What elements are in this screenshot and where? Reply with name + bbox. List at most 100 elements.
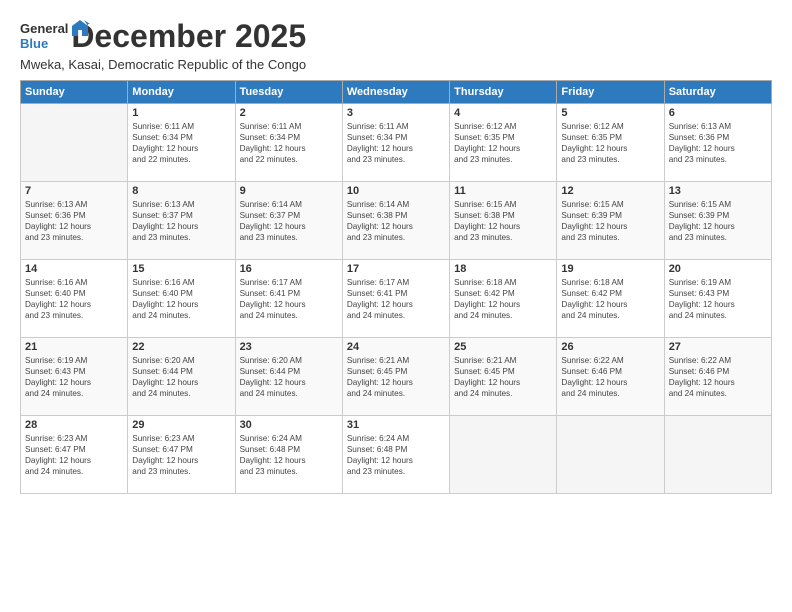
cell-content: Sunrise: 6:18 AM Sunset: 6:42 PM Dayligh… <box>454 277 552 321</box>
cell-content: Sunrise: 6:13 AM Sunset: 6:37 PM Dayligh… <box>132 199 230 243</box>
col-wednesday: Wednesday <box>342 81 449 104</box>
cell-content: Sunrise: 6:21 AM Sunset: 6:45 PM Dayligh… <box>454 355 552 399</box>
table-row: 16 Sunrise: 6:17 AM Sunset: 6:41 PM Dayli… <box>235 260 342 338</box>
day-number: 18 <box>454 263 552 275</box>
table-row: 27Sunrise: 6:22 AM Sunset: 6:46 PM Dayli… <box>664 338 771 416</box>
day-number: 23 <box>240 341 338 353</box>
calendar-week-3: 14 Sunrise: 6:16 AM Sunset: 6:40 PM Dayli… <box>21 260 772 338</box>
table-row: 25 Sunrise: 6:21 AM Sunset: 6:45 PM Dayli… <box>450 338 557 416</box>
table-row: 9Sunrise: 6:14 AM Sunset: 6:37 PM Daylig… <box>235 182 342 260</box>
col-saturday: Saturday <box>664 81 771 104</box>
cell-content: Sunrise: 6:20 AM Sunset: 6:44 PM Dayligh… <box>240 355 338 399</box>
day-number: 11 <box>454 185 552 197</box>
table-row: 29Sunrise: 6:23 AM Sunset: 6:47 PM Dayli… <box>128 416 235 494</box>
cell-content: Sunrise: 6:18 AM Sunset: 6:42 PM Dayligh… <box>561 277 659 321</box>
table-row: 1Sunrise: 6:11 AM Sunset: 6:34 PM Daylig… <box>128 104 235 182</box>
logo-general: General <box>20 21 68 36</box>
day-number: 17 <box>347 263 445 275</box>
cell-content: Sunrise: 6:22 AM Sunset: 6:46 PM Dayligh… <box>561 355 659 399</box>
day-number: 30 <box>240 419 338 431</box>
table-row: 3 Sunrise: 6:11 AM Sunset: 6:34 PM Daylig… <box>342 104 449 182</box>
table-row: 2 Sunrise: 6:11 AM Sunset: 6:34 PM Daylig… <box>235 104 342 182</box>
cell-content: Sunrise: 6:16 AM Sunset: 6:40 PM Dayligh… <box>25 277 123 321</box>
table-row: 17 Sunrise: 6:17 AM Sunset: 6:41 PM Dayli… <box>342 260 449 338</box>
day-number: 5 <box>561 107 659 119</box>
cell-content: Sunrise: 6:23 AM Sunset: 6:47 PM Dayligh… <box>132 433 230 477</box>
table-row: 13Sunrise: 6:15 AM Sunset: 6:39 PM Dayli… <box>664 182 771 260</box>
table-row: 5 Sunrise: 6:12 AM Sunset: 6:35 PM Daylig… <box>557 104 664 182</box>
table-row: 11 Sunrise: 6:15 AM Sunset: 6:38 PM Dayli… <box>450 182 557 260</box>
day-number: 19 <box>561 263 659 275</box>
cell-content: Sunrise: 6:11 AM Sunset: 6:34 PM Dayligh… <box>347 121 445 165</box>
header-row: Sunday Monday Tuesday Wednesday Thursday… <box>21 81 772 104</box>
table-row: 20 Sunrise: 6:19 AM Sunset: 6:43 PM Dayli… <box>664 260 771 338</box>
cell-content: Sunrise: 6:14 AM Sunset: 6:37 PM Dayligh… <box>240 199 338 243</box>
cell-content: Sunrise: 6:14 AM Sunset: 6:38 PM Dayligh… <box>347 199 445 243</box>
table-row: 21Sunrise: 6:19 AM Sunset: 6:43 PM Dayli… <box>21 338 128 416</box>
top-area: General Blue December 2025 Mweka, Kasai,… <box>20 18 772 72</box>
cell-content: Sunrise: 6:12 AM Sunset: 6:35 PM Dayligh… <box>454 121 552 165</box>
cell-content: Sunrise: 6:17 AM Sunset: 6:41 PM Dayligh… <box>347 277 445 321</box>
day-number: 24 <box>347 341 445 353</box>
day-number: 15 <box>132 263 230 275</box>
col-monday: Monday <box>128 81 235 104</box>
table-row: 15 Sunrise: 6:16 AM Sunset: 6:40 PM Dayli… <box>128 260 235 338</box>
table-row: 31 Sunrise: 6:24 AM Sunset: 6:48 PM Dayli… <box>342 416 449 494</box>
table-row: 24 Sunrise: 6:21 AM Sunset: 6:45 PM Dayli… <box>342 338 449 416</box>
day-number: 4 <box>454 107 552 119</box>
day-number: 12 <box>561 185 659 197</box>
table-row: 22 Sunrise: 6:20 AM Sunset: 6:44 PM Dayli… <box>128 338 235 416</box>
calendar-page: General Blue December 2025 Mweka, Kasai,… <box>0 0 792 612</box>
table-row: 30Sunrise: 6:24 AM Sunset: 6:48 PM Dayli… <box>235 416 342 494</box>
day-number: 20 <box>669 263 767 275</box>
cell-content: Sunrise: 6:13 AM Sunset: 6:36 PM Dayligh… <box>669 121 767 165</box>
cell-content: Sunrise: 6:20 AM Sunset: 6:44 PM Dayligh… <box>132 355 230 399</box>
cell-content: Sunrise: 6:22 AM Sunset: 6:46 PM Dayligh… <box>669 355 767 399</box>
day-number: 25 <box>454 341 552 353</box>
cell-content: Sunrise: 6:16 AM Sunset: 6:40 PM Dayligh… <box>132 277 230 321</box>
day-number: 1 <box>132 107 230 119</box>
logo-icon <box>70 18 90 38</box>
table-row <box>21 104 128 182</box>
cell-content: Sunrise: 6:11 AM Sunset: 6:34 PM Dayligh… <box>240 121 338 165</box>
cell-content: Sunrise: 6:12 AM Sunset: 6:35 PM Dayligh… <box>561 121 659 165</box>
day-number: 31 <box>347 419 445 431</box>
table-row: 23 Sunrise: 6:20 AM Sunset: 6:44 PM Dayli… <box>235 338 342 416</box>
cell-content: Sunrise: 6:15 AM Sunset: 6:39 PM Dayligh… <box>561 199 659 243</box>
col-thursday: Thursday <box>450 81 557 104</box>
table-row: 10Sunrise: 6:14 AM Sunset: 6:38 PM Dayli… <box>342 182 449 260</box>
logo-blue: Blue <box>20 36 48 51</box>
day-number: 16 <box>240 263 338 275</box>
subtitle: Mweka, Kasai, Democratic Republic of the… <box>20 57 306 72</box>
cell-content: Sunrise: 6:15 AM Sunset: 6:38 PM Dayligh… <box>454 199 552 243</box>
cell-content: Sunrise: 6:19 AM Sunset: 6:43 PM Dayligh… <box>669 277 767 321</box>
day-number: 22 <box>132 341 230 353</box>
cell-content: Sunrise: 6:23 AM Sunset: 6:47 PM Dayligh… <box>25 433 123 477</box>
table-row: 26Sunrise: 6:22 AM Sunset: 6:46 PM Dayli… <box>557 338 664 416</box>
table-row: 19 Sunrise: 6:18 AM Sunset: 6:42 PM Dayli… <box>557 260 664 338</box>
table-row: 12 Sunrise: 6:15 AM Sunset: 6:39 PM Dayli… <box>557 182 664 260</box>
table-row <box>557 416 664 494</box>
day-number: 2 <box>240 107 338 119</box>
cell-content: Sunrise: 6:21 AM Sunset: 6:45 PM Dayligh… <box>347 355 445 399</box>
day-number: 14 <box>25 263 123 275</box>
cell-content: Sunrise: 6:17 AM Sunset: 6:41 PM Dayligh… <box>240 277 338 321</box>
table-row <box>664 416 771 494</box>
table-row: 8 Sunrise: 6:13 AM Sunset: 6:37 PM Daylig… <box>128 182 235 260</box>
day-number: 3 <box>347 107 445 119</box>
table-row: 14 Sunrise: 6:16 AM Sunset: 6:40 PM Dayli… <box>21 260 128 338</box>
col-tuesday: Tuesday <box>235 81 342 104</box>
day-number: 6 <box>669 107 767 119</box>
calendar-week-2: 7Sunrise: 6:13 AM Sunset: 6:36 PM Daylig… <box>21 182 772 260</box>
cell-content: Sunrise: 6:24 AM Sunset: 6:48 PM Dayligh… <box>347 433 445 477</box>
day-number: 28 <box>25 419 123 431</box>
table-row: 7Sunrise: 6:13 AM Sunset: 6:36 PM Daylig… <box>21 182 128 260</box>
col-sunday: Sunday <box>21 81 128 104</box>
cell-content: Sunrise: 6:13 AM Sunset: 6:36 PM Dayligh… <box>25 199 123 243</box>
logo: General Blue <box>20 18 90 51</box>
day-number: 13 <box>669 185 767 197</box>
table-row: 18 Sunrise: 6:18 AM Sunset: 6:42 PM Dayli… <box>450 260 557 338</box>
day-number: 21 <box>25 341 123 353</box>
day-number: 8 <box>132 185 230 197</box>
col-friday: Friday <box>557 81 664 104</box>
